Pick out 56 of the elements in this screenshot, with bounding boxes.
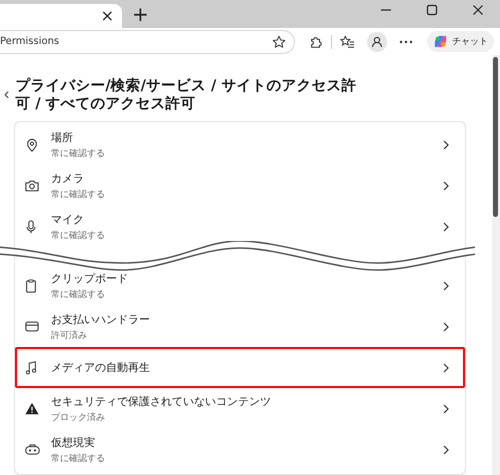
permission-title: 場所	[51, 130, 74, 145]
permission-item[interactable]: メディアの自動再生	[15, 347, 465, 388]
scrollbar-thumb[interactable]	[493, 57, 498, 217]
permission-title: お支払いハンドラー	[51, 312, 151, 327]
permission-item[interactable]: 仮想現実 常に確認する	[15, 429, 465, 470]
microphone-icon	[25, 220, 37, 234]
permission-title: 仮想現実	[51, 434, 96, 450]
card-icon	[25, 321, 39, 332]
chevron-right-icon	[443, 280, 449, 291]
chat-button[interactable]: チャット	[427, 31, 494, 52]
camera-icon	[25, 179, 39, 192]
permission-title: カメラ	[51, 170, 85, 186]
music-note-icon	[25, 360, 37, 375]
chevron-right-icon	[443, 362, 449, 373]
more-icon[interactable]	[399, 40, 413, 44]
chevron-right-icon	[443, 444, 449, 455]
clipboard-icon	[25, 278, 37, 293]
new-tab-button[interactable]: +	[128, 4, 153, 24]
profile-icon[interactable]	[367, 32, 387, 52]
chevron-right-icon	[443, 404, 449, 414]
permission-status: 常に確認する	[51, 148, 106, 160]
headset-icon	[25, 444, 40, 456]
star-icon[interactable]	[272, 34, 286, 48]
scrollbar[interactable]	[492, 55, 500, 475]
puzzle-icon[interactable]	[309, 34, 323, 48]
permission-status: 常に確認する	[51, 288, 106, 301]
chevron-right-icon	[443, 222, 449, 232]
page-title: プライバシー/検索/サービス / サイトのアクセス許可 / すべてのアクセス許可	[15, 77, 358, 114]
warning-icon	[25, 402, 39, 416]
permission-item[interactable]: 場所 常に確認する	[15, 124, 465, 166]
close-tab-button[interactable]: ×	[96, 8, 118, 24]
browser-tab[interactable]: ×	[0, 4, 122, 28]
permission-item[interactable]: お支払いハンドラー 許可済み	[15, 306, 465, 348]
permission-title: クリップボード	[51, 270, 129, 286]
chevron-right-icon	[443, 180, 449, 191]
permission-title: セキュリティで保護されていないコンテンツ	[51, 394, 272, 409]
copilot-icon	[433, 34, 448, 49]
permission-title: マイク	[51, 212, 85, 227]
permission-status: 常に確認する	[51, 188, 106, 201]
favorites-icon[interactable]	[340, 34, 355, 48]
close-icon[interactable]	[472, 4, 484, 16]
permission-item[interactable]: クリップボード 常に確認する	[15, 265, 465, 306]
permission-status: 許可済み	[51, 330, 88, 342]
maximize-icon[interactable]	[426, 4, 438, 16]
chevron-right-icon	[443, 140, 449, 150]
permission-item[interactable]: セキュリティで保護されていないコンテンツ ブロック済み	[15, 388, 465, 430]
chevron-right-icon	[443, 322, 449, 332]
permission-title: メディアの自動再生	[51, 360, 151, 376]
permission-status: 常に確認する	[51, 230, 106, 242]
back-button[interactable]: ‹	[2, 86, 12, 104]
permission-item[interactable]: マイク 常に確認する	[15, 206, 465, 248]
permission-status: 常に確認する	[51, 452, 106, 465]
location-pin-icon	[25, 138, 39, 152]
address-field[interactable]: Permissions	[0, 30, 295, 54]
permission-status: ブロック済み	[51, 412, 106, 424]
permission-item[interactable]: カメラ 常に確認する	[15, 165, 465, 206]
